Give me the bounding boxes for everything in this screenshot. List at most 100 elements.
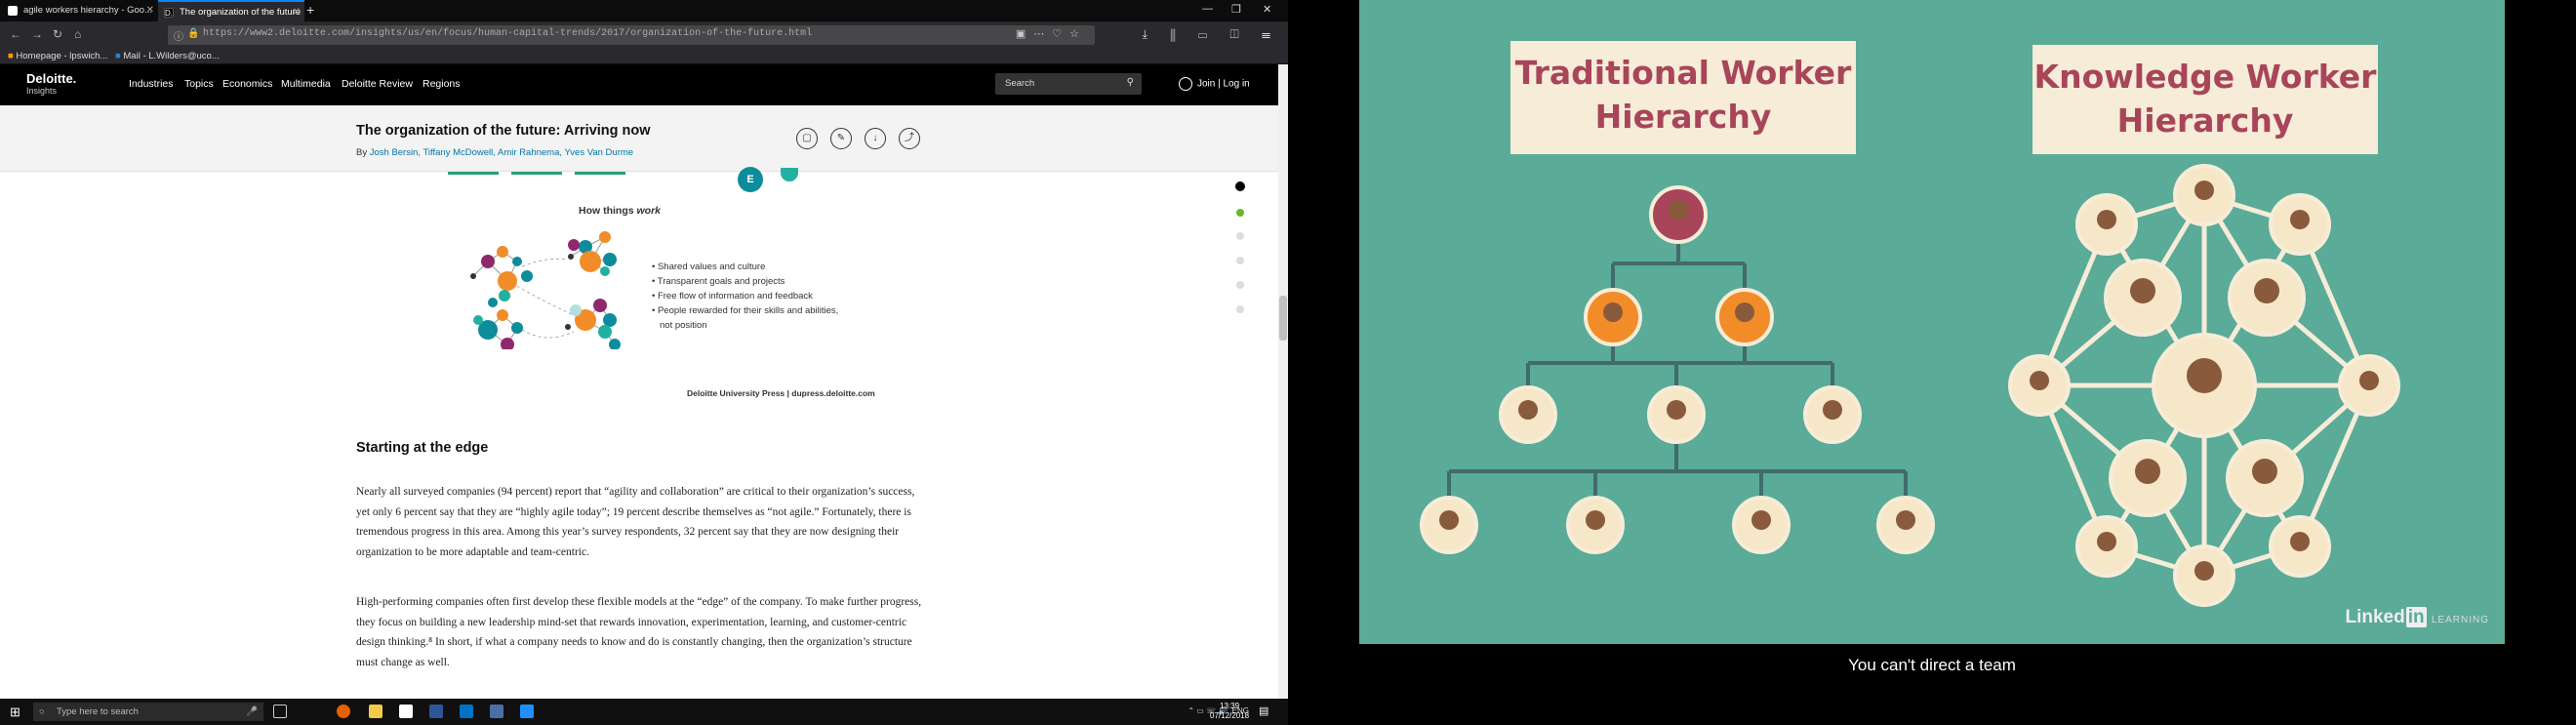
article-header: The organization of the future: Arriving…: [0, 105, 1278, 172]
page-dot[interactable]: [1236, 305, 1244, 313]
figure-node: [781, 168, 798, 181]
nav-deloitte-review[interactable]: Deloitte Review: [342, 78, 413, 90]
outlook-icon[interactable]: [460, 705, 473, 718]
file-explorer-icon[interactable]: [369, 705, 382, 718]
home-icon[interactable]: ⌂: [74, 27, 81, 41]
figure-node-e: E: [738, 167, 763, 192]
article-authors: By Josh Bersin, Tiffany McDowell, Amir R…: [356, 147, 633, 158]
linkedin-learning-watermark: Linked in LEARNING: [2345, 607, 2489, 628]
page-dot[interactable]: [1236, 209, 1244, 217]
nav-multimedia[interactable]: Multimedia: [281, 78, 331, 90]
close-icon[interactable]: ✕: [146, 0, 154, 21]
reload-icon[interactable]: ↻: [53, 27, 62, 41]
author-links[interactable]: Josh Bersin, Tiffany McDowell, Amir Rahn…: [370, 147, 633, 158]
nav-topics[interactable]: Topics: [184, 78, 214, 90]
bookmark-icon[interactable]: ▢: [796, 128, 818, 149]
minimize-icon[interactable]: —: [1202, 3, 1213, 15]
search-placeholder: Search: [1005, 78, 1035, 89]
google-icon: [8, 6, 18, 16]
download-icon[interactable]: ↓: [865, 128, 886, 149]
forward-icon[interactable]: →: [31, 27, 43, 41]
bookmark-label: Homepage - lpswich...: [16, 51, 108, 61]
user-icon: [1179, 77, 1192, 91]
page-dot[interactable]: [1236, 281, 1244, 289]
video-caption: You can't direct a team: [1848, 656, 2016, 674]
nav-economics[interactable]: Economics: [222, 78, 272, 90]
firefox-icon[interactable]: [337, 705, 350, 718]
watermark-text: Linked: [2345, 607, 2405, 627]
figure-heading-text: How things: [579, 205, 634, 217]
taskbar-search-input[interactable]: ○ Type here to search 🎤: [33, 703, 263, 721]
deloitte-icon: D.: [164, 8, 174, 18]
mic-icon[interactable]: 🎤: [246, 703, 258, 721]
page-dot[interactable]: [1236, 232, 1244, 240]
close-icon[interactable]: ✕: [293, 2, 301, 21]
bullet-item: • Shared values and culture: [652, 262, 766, 272]
video-player[interactable]: Traditional Worker Hierarchy Knowledge Wo…: [1288, 0, 2576, 725]
network-diagram: [470, 231, 621, 349]
tab-label: The organization of the future: [180, 7, 302, 18]
figure-bullets: • Shared values and culture • Transparen…: [652, 260, 906, 333]
bullet-item: • People rewarded for their skills and a…: [652, 305, 839, 316]
paragraph: High-performing companies often first de…: [356, 596, 922, 668]
taskbar-clock[interactable]: 13:39 07/12/2018: [1210, 702, 1249, 721]
insights-logo: Insights: [26, 86, 58, 96]
figure-tab-bar: [511, 172, 562, 175]
search-icon[interactable]: ⚲: [1127, 77, 1134, 88]
new-tab-button[interactable]: +: [306, 2, 314, 18]
figure-heading: How things work: [579, 205, 661, 217]
windows-start-icon[interactable]: ⊞: [10, 705, 20, 720]
browser-window: agile workers hierarchy - Goo... ✕ D. The …: [0, 0, 1288, 725]
deloitte-logo[interactable]: Deloitte.: [26, 71, 76, 86]
bookmark-icon: ■: [8, 51, 14, 61]
page-dot-active[interactable]: [1235, 181, 1245, 191]
bullet-item: not position: [652, 318, 906, 333]
page-dot[interactable]: [1236, 257, 1244, 264]
notification-icon[interactable]: ▤: [1259, 705, 1268, 717]
bullet-text: Shared values and culture: [657, 262, 766, 272]
clock-time: 13:39: [1220, 702, 1240, 710]
store-icon[interactable]: [399, 705, 413, 718]
back-icon[interactable]: ←: [10, 27, 21, 41]
toolbar-icons[interactable]: ⤓ ⫼ ▭ ◫ ☰: [1143, 27, 1280, 42]
share-icon[interactable]: ⤴: [899, 128, 920, 149]
join-label: Join | Log in: [1197, 78, 1250, 90]
bookmark-mail[interactable]: ■ Mail - L.Wilders@uco...: [115, 51, 220, 61]
nav-industries[interactable]: Industries: [129, 78, 174, 90]
bookmarks-bar: ■ Homepage - lpswich... ■ Mail - L.Wilde…: [0, 49, 1288, 64]
url-bar[interactable]: ⓘ 🔒 https://www2.deloitte.com/insights/u…: [168, 25, 1095, 45]
tab-deloitte[interactable]: D. The organization of the future ✕: [158, 0, 304, 21]
lock-icon: 🔒: [187, 28, 200, 39]
app-icon[interactable]: [490, 705, 503, 718]
article-title: The organization of the future: Arriving…: [356, 123, 651, 139]
bullet-item: • Transparent goals and projects: [652, 276, 785, 287]
task-view-icon[interactable]: [273, 705, 287, 718]
nav-regions[interactable]: Regions: [423, 78, 461, 90]
bullet-text: Transparent goals and projects: [657, 276, 785, 287]
site-header: Deloitte. Insights Industries Topics Eco…: [0, 64, 1278, 105]
clock-date: 07/12/2018: [1210, 711, 1250, 720]
bullet-item: • Free flow of information and feedback: [652, 291, 813, 302]
video-frame[interactable]: Traditional Worker Hierarchy Knowledge Wo…: [1359, 0, 2505, 644]
maximize-icon[interactable]: ❐: [1231, 3, 1241, 16]
app-icon[interactable]: [520, 705, 534, 718]
nav-toolbar: ← → ↻ ⌂ ⓘ 🔒 https://www2.deloitte.com/in…: [0, 21, 1288, 49]
linkedin-logo-icon: in: [2405, 607, 2427, 627]
hierarchy-illustration: [1420, 164, 2400, 607]
scrollbar[interactable]: [1278, 64, 1288, 699]
join-login-link[interactable]: Join | Log in: [1179, 77, 1250, 91]
bookmark-homepage[interactable]: ■ Homepage - lpswich...: [8, 51, 107, 61]
edit-icon[interactable]: ✎: [830, 128, 852, 149]
site-search-input[interactable]: Search ⚲: [995, 73, 1142, 95]
scrollbar-thumb[interactable]: [1279, 296, 1287, 341]
bullet-text: People rewarded for their skills and abi…: [657, 305, 839, 316]
article-content: E How things work • Shared values and cu…: [0, 167, 1278, 699]
outlook-icon: ■: [115, 51, 121, 61]
word-icon[interactable]: [429, 705, 443, 718]
cortana-icon: ○: [39, 706, 45, 717]
close-window-icon[interactable]: ✕: [1263, 3, 1271, 16]
figure-credit: Deloitte University Press | dupress.delo…: [687, 388, 875, 398]
tab-google-search[interactable]: agile workers hierarchy - Goo... ✕: [2, 0, 158, 21]
info-icon[interactable]: ⓘ: [174, 28, 183, 43]
url-tools-icon[interactable]: ▣⋯♡☆: [1016, 27, 1087, 40]
